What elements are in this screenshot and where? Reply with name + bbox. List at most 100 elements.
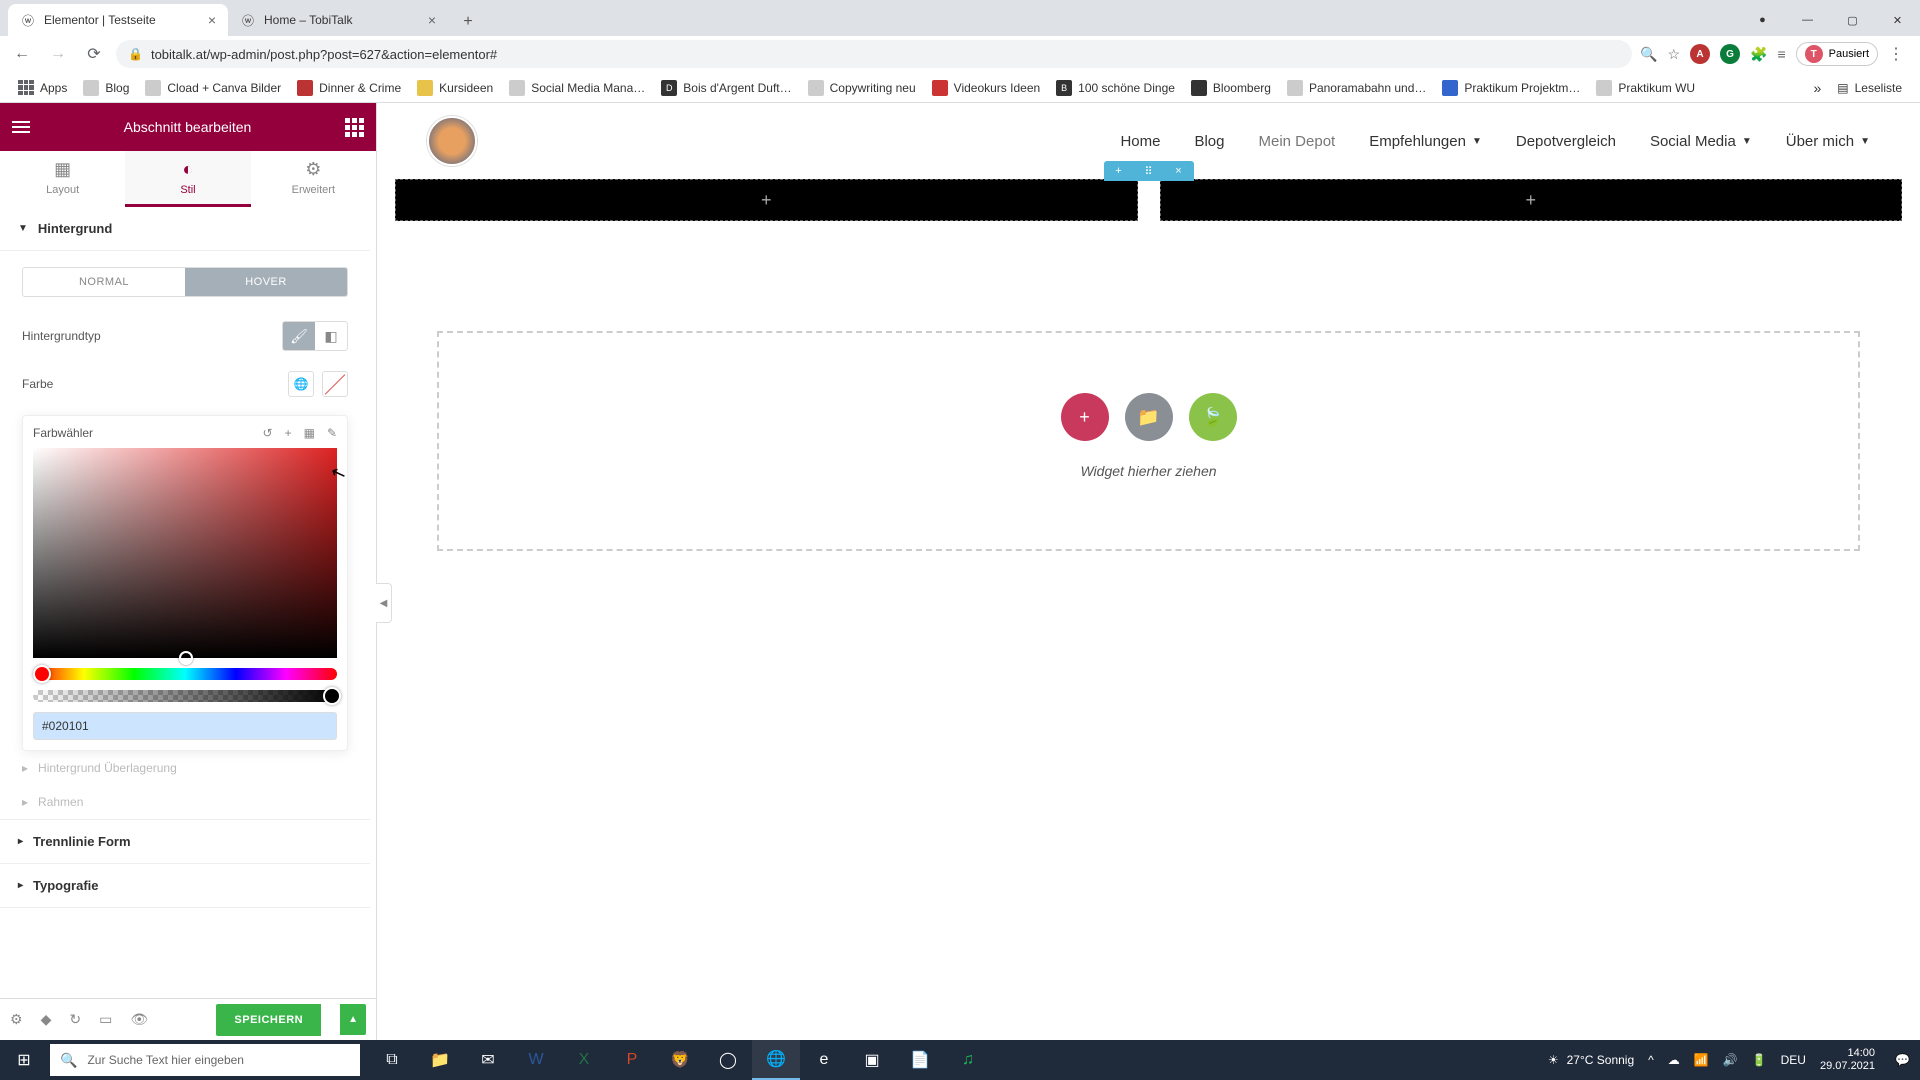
tab-advanced[interactable]: ⚙ Erweitert <box>251 151 376 207</box>
section-typography[interactable]: ▸ Typografie <box>0 864 370 908</box>
add-section-button[interactable]: + <box>1061 393 1109 441</box>
preview-icon[interactable]: 👁 <box>130 1011 148 1028</box>
nav-social[interactable]: Social Media▼ <box>1650 133 1752 150</box>
mail-icon[interactable]: ✉ <box>464 1040 512 1080</box>
hex-input[interactable] <box>33 712 337 740</box>
bookmark-item[interactable]: Dinner & Crime <box>291 76 407 100</box>
app-icon[interactable]: ▣ <box>848 1040 896 1080</box>
reading-list-button[interactable]: ▤ Leseliste <box>1831 77 1908 99</box>
bookmark-item[interactable]: Bloomberg <box>1185 76 1277 100</box>
account-dot-icon[interactable]: ● <box>1740 4 1785 36</box>
bookmark-item[interactable]: Videokurs Ideen <box>926 76 1047 100</box>
extension-icon[interactable]: G <box>1720 44 1740 64</box>
reset-icon[interactable]: ↺ <box>263 426 273 440</box>
close-icon[interactable]: × <box>208 12 216 28</box>
bookmarks-overflow-icon[interactable]: » <box>1813 80 1821 96</box>
weather-widget[interactable]: ☀ 27°C Sonnig <box>1548 1053 1634 1067</box>
tab-style[interactable]: ◐ Stil <box>125 151 250 207</box>
notepad-icon[interactable]: 📄 <box>896 1040 944 1080</box>
extension-icon[interactable]: A <box>1690 44 1710 64</box>
bookmark-item[interactable]: Panoramabahn und… <box>1281 76 1432 100</box>
start-button[interactable]: ⊞ <box>0 1040 48 1080</box>
site-logo[interactable] <box>427 116 477 166</box>
powerpoint-icon[interactable]: P <box>608 1040 656 1080</box>
minimize-icon[interactable]: — <box>1785 4 1830 36</box>
maximize-icon[interactable]: ▢ <box>1830 4 1875 36</box>
battery-icon[interactable]: 🔋 <box>1752 1053 1767 1067</box>
bookmark-item[interactable]: Copywriting neu <box>802 76 922 100</box>
widgets-grid-icon[interactable] <box>345 118 364 137</box>
hue-slider[interactable] <box>33 668 337 680</box>
history-icon[interactable]: ↻ <box>69 1011 81 1028</box>
save-button[interactable]: SPEICHERN <box>216 1004 321 1036</box>
extensions-icon[interactable]: 🧩 <box>1750 46 1767 63</box>
delete-section-icon[interactable]: × <box>1164 161 1194 181</box>
bookmark-item[interactable]: DBois d'Argent Duft… <box>655 76 797 100</box>
reload-button[interactable]: ⟳ <box>80 40 108 68</box>
nav-recommendations[interactable]: Empfehlungen▼ <box>1369 133 1482 150</box>
bookmark-item[interactable]: Praktikum WU <box>1590 76 1701 100</box>
zoom-icon[interactable]: 🔍 <box>1640 46 1657 63</box>
word-icon[interactable]: W <box>512 1040 560 1080</box>
color-swatch[interactable] <box>322 371 348 397</box>
browser-tab[interactable]: ⓦ Home – TobiTalk × <box>228 4 448 36</box>
collapse-panel-button[interactable]: ◀ <box>376 583 392 623</box>
save-options-button[interactable]: ▲ <box>340 1004 366 1035</box>
alpha-slider[interactable] <box>33 690 337 702</box>
spotify-icon[interactable]: ♫ <box>944 1040 992 1080</box>
task-view-icon[interactable]: ⧉ <box>368 1040 416 1080</box>
url-input[interactable]: 🔒 tobitalk.at/wp-admin/post.php?post=627… <box>116 40 1632 68</box>
tray-overflow-icon[interactable]: ^ <box>1648 1053 1654 1067</box>
nav-about[interactable]: Über mich▼ <box>1786 133 1870 150</box>
responsive-icon[interactable]: ▭ <box>99 1011 112 1028</box>
state-hover[interactable]: HOVER <box>185 268 347 296</box>
palette-icon[interactable]: ▦ <box>304 426 315 440</box>
state-normal[interactable]: NORMAL <box>23 268 185 296</box>
volume-icon[interactable]: 🔊 <box>1723 1053 1738 1067</box>
hamburger-menu-icon[interactable] <box>12 121 30 133</box>
column-left[interactable]: + <box>395 179 1138 221</box>
browser-tab-active[interactable]: ⓦ Elementor | Testseite × <box>8 4 228 36</box>
editor-canvas[interactable]: Home Blog Mein Depot Empfehlungen▼ Depot… <box>377 103 1920 1040</box>
bookmark-item[interactable]: B100 schöne Dinge <box>1050 76 1181 100</box>
kebab-menu-icon[interactable]: ⋮ <box>1888 44 1904 64</box>
taskbar-clock[interactable]: 14:00 29.07.2021 <box>1820 1047 1881 1073</box>
nav-home[interactable]: Home <box>1120 133 1160 150</box>
close-window-icon[interactable]: ✕ <box>1875 4 1920 36</box>
language-indicator[interactable]: DEU <box>1781 1053 1806 1067</box>
add-widget-icon[interactable]: + <box>761 190 772 211</box>
nav-compare[interactable]: Depotvergleich <box>1516 133 1616 150</box>
bookmark-item[interactable]: Praktikum Projektm… <box>1436 76 1586 100</box>
navigator-icon[interactable]: ◆ <box>41 1011 52 1028</box>
alpha-handle[interactable] <box>323 687 341 705</box>
bookmark-star-icon[interactable]: ☆ <box>1667 46 1680 63</box>
add-section-icon[interactable]: + <box>1104 161 1134 181</box>
section-divider[interactable]: ▸ Trennlinie Form <box>0 819 370 864</box>
hue-handle[interactable] <box>33 665 51 683</box>
settings-icon[interactable]: ⚙ <box>10 1011 23 1028</box>
bgtype-classic-icon[interactable]: 🖌 <box>283 322 315 350</box>
section-being-edited[interactable]: + ⠿ × + + <box>395 179 1902 221</box>
saturation-field[interactable] <box>33 448 337 658</box>
envato-templates-button[interactable]: 🍃 <box>1189 393 1237 441</box>
section-background[interactable]: ▼ Hintergrund <box>0 207 370 251</box>
profile-badge[interactable]: T Pausiert <box>1796 42 1878 66</box>
bookmark-item[interactable]: Kursideen <box>411 76 499 100</box>
wifi-icon[interactable]: 📶 <box>1694 1053 1709 1067</box>
bookmark-item[interactable]: Social Media Mana… <box>503 76 651 100</box>
close-icon[interactable]: × <box>428 12 436 28</box>
bookmark-item[interactable]: Cload + Canva Bilder <box>139 76 287 100</box>
bgtype-gradient-icon[interactable]: ◧ <box>315 322 347 350</box>
add-widget-icon[interactable]: + <box>1525 190 1536 211</box>
template-library-button[interactable]: 📁 <box>1125 393 1173 441</box>
notifications-icon[interactable]: 💬 <box>1895 1053 1910 1067</box>
brave-icon[interactable]: 🦁 <box>656 1040 704 1080</box>
onedrive-icon[interactable]: ☁ <box>1668 1053 1680 1067</box>
column-right[interactable]: + <box>1160 179 1903 221</box>
explorer-icon[interactable]: 📁 <box>416 1040 464 1080</box>
edge-icon[interactable]: e <box>800 1040 848 1080</box>
nav-depot[interactable]: Mein Depot <box>1259 133 1336 150</box>
obs-icon[interactable]: ◯ <box>704 1040 752 1080</box>
new-tab-button[interactable]: + <box>454 8 482 36</box>
tab-layout[interactable]: ▦ Layout <box>0 151 125 207</box>
